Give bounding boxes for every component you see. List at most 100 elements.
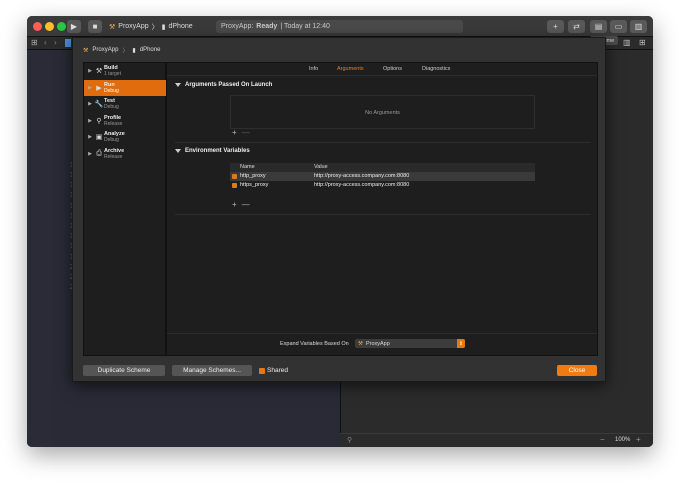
disclosure-icon[interactable]: ▶ — [86, 151, 94, 157]
variable-name[interactable]: http_proxy — [240, 173, 266, 179]
expand-variables-row: Expand Variables Based On ⚒ ProxyApp ⇕ — [167, 333, 597, 357]
action-labels: Test Debug — [104, 98, 119, 110]
action-subtitle: Release — [104, 153, 123, 160]
action-subtitle: Debug — [104, 87, 119, 94]
zoom-level: 100% — [615, 437, 631, 443]
action-subtitle: 1 target — [104, 71, 121, 77]
disclosure-icon[interactable]: ▶ — [86, 118, 94, 124]
scheme-action-run[interactable]: ▶ ▶ Run Debug — [84, 79, 167, 96]
table-row[interactable]: http_proxy http://proxy-access.company.c… — [230, 172, 535, 181]
action-labels: Profile Release — [104, 115, 122, 127]
action-subtitle: Debug — [104, 137, 119, 143]
shared-checkbox[interactable] — [259, 367, 265, 374]
tab-bar: Info Arguments Options Diagnostics — [167, 63, 597, 76]
disclosure-icon[interactable]: ▶ — [86, 68, 94, 74]
add-argument-button[interactable]: + — [232, 128, 237, 137]
device-icon: ▮ — [132, 47, 136, 54]
action-labels: Run Debug — [104, 82, 119, 94]
arguments-section-header[interactable]: Arguments Passed On Launch — [175, 82, 272, 88]
device-icon: ▮ — [161, 23, 166, 31]
variable-value[interactable]: http://proxy-access.company.com:8080 — [314, 173, 409, 179]
table-row[interactable]: https_proxy http://proxy-access.company.… — [230, 181, 535, 190]
duplicate-scheme-button[interactable]: Duplicate Scheme — [83, 365, 165, 376]
device-name: dPhone — [168, 23, 193, 30]
zoom-in-icon[interactable]: + — [636, 435, 641, 444]
back-icon[interactable]: ‹ — [44, 38, 47, 47]
toolbar: ▶ ■ ⚒ ProxyApp 〉 ▮ dPhone ProxyApp: Read… — [27, 16, 653, 37]
scheme-action-archive[interactable]: ▶ ⎙ Archive Release — [84, 146, 167, 162]
shared-checkbox-row[interactable]: Shared — [259, 367, 288, 374]
action-subtitle: Debug — [104, 104, 119, 110]
enabled-checkbox[interactable] — [232, 174, 237, 179]
zoom-out-icon[interactable]: − — [600, 435, 605, 444]
gauge-icon: ⚲ — [96, 117, 102, 125]
scheme-actions-list: ▶ ⚒ Build 1 target ▶ ▶ Run Debug ▶ 🔧 Test Debug ▶ ⚲ Pr… — [83, 62, 167, 356]
navigator-toggle[interactable]: ▤ — [590, 20, 607, 33]
scheme-action-build[interactable]: ▶ ⚒ Build 1 target — [84, 63, 167, 79]
library-button[interactable]: + — [547, 20, 564, 33]
close-button[interactable]: Close — [557, 365, 597, 376]
disclosure-icon[interactable]: ▶ — [86, 85, 94, 91]
close-window-button[interactable] — [33, 22, 42, 31]
activity-status: ProxyApp: Ready | Today at 12:40 — [216, 20, 463, 33]
scheme-name: ProxyApp — [118, 23, 149, 30]
tab-info[interactable]: Info — [309, 66, 318, 72]
action-labels: Archive Release — [104, 148, 124, 160]
play-icon: ▶ — [70, 22, 78, 31]
code-review-button[interactable]: ⇄ — [568, 20, 585, 33]
chevron-right-icon: 〉 — [122, 48, 129, 55]
zoom-window-button[interactable] — [57, 22, 66, 31]
divider — [175, 142, 591, 143]
tab-options[interactable]: Options — [383, 66, 402, 72]
filter-icon[interactable]: ⚲ — [347, 436, 352, 444]
chevron-right-icon: 〉 — [151, 23, 159, 31]
tab-diagnostics[interactable]: Diagnostics — [422, 66, 450, 72]
manage-schemes-button[interactable]: Manage Schemes... — [172, 365, 252, 376]
review-icon: ⇄ — [573, 22, 580, 31]
variable-value[interactable]: http://proxy-access.company.com:8080 — [314, 182, 409, 188]
disclosure-triangle-icon — [175, 149, 181, 153]
minimize-window-button[interactable] — [45, 22, 54, 31]
remove-variable-button[interactable]: — — [242, 200, 250, 209]
remove-argument-button[interactable]: — — [242, 128, 250, 137]
column-name[interactable]: Name — [240, 164, 255, 170]
status-state: Ready — [256, 23, 278, 30]
scheme-action-test[interactable]: ▶ 🔧 Test Debug — [84, 96, 167, 112]
scheme-selector[interactable]: ⚒ ProxyApp 〉 ▮ dPhone — [109, 20, 193, 33]
expand-variables-popup[interactable]: ⚒ ProxyApp ⇕ — [355, 339, 465, 348]
expand-variables-label: Expand Variables Based On — [280, 341, 349, 347]
debug-area-toggle[interactable]: ▭ — [610, 20, 627, 33]
forward-icon[interactable]: › — [54, 38, 57, 47]
add-variable-button[interactable]: + — [232, 200, 237, 209]
scheme-breadcrumb[interactable]: ⚒ ProxyApp 〉 ▮ dPhone — [73, 38, 605, 62]
no-arguments-message: No Arguments — [365, 110, 400, 116]
breadcrumb-device: dPhone — [139, 47, 161, 53]
inspector-toggle[interactable]: ▥ — [630, 20, 647, 33]
stop-icon: ■ — [92, 22, 98, 31]
stop-button[interactable]: ■ — [88, 20, 102, 33]
enabled-checkbox[interactable] — [232, 183, 237, 188]
split-editor-icon[interactable]: ▥ — [623, 38, 631, 47]
line-number-gutter — [27, 50, 53, 447]
tab-arguments[interactable]: Arguments — [337, 66, 364, 72]
scheme-action-analyze[interactable]: ▶ ▣ Analyze Debug — [84, 129, 167, 145]
scheme-action-profile[interactable]: ▶ ⚲ Profile Release — [84, 113, 167, 129]
arguments-list[interactable]: No Arguments — [230, 95, 535, 129]
wrench-icon: 🔧 — [94, 101, 104, 108]
add-editor-icon[interactable]: ⊞ — [639, 38, 646, 47]
plus-icon: + — [553, 22, 558, 31]
environment-section-header[interactable]: Environment Variables — [175, 148, 250, 154]
chevron-updown-icon: ⇕ — [457, 339, 465, 348]
disclosure-icon[interactable]: ▶ — [86, 134, 94, 140]
disclosure-icon[interactable]: ▶ — [86, 101, 94, 107]
bottom-panel-icon: ▭ — [614, 22, 623, 31]
grid-icon[interactable]: ⊞ — [31, 38, 38, 47]
run-button[interactable]: ▶ — [67, 20, 81, 33]
analyze-icon: ▣ — [95, 134, 103, 141]
status-app: ProxyApp: — [221, 23, 254, 30]
breadcrumb-scheme: ProxyApp — [92, 47, 119, 53]
column-value[interactable]: Value — [314, 164, 328, 170]
variable-name[interactable]: https_proxy — [240, 182, 268, 188]
archive-icon: ⎙ — [96, 149, 102, 157]
arguments-section-title: Arguments Passed On Launch — [185, 82, 273, 88]
